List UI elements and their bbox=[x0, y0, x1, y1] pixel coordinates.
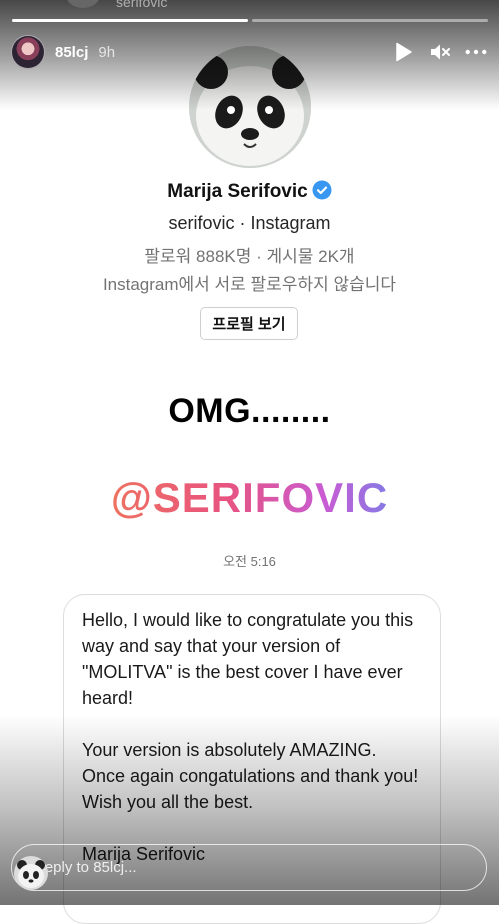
mention-sticker[interactable]: @SERIFOVIC bbox=[0, 474, 499, 522]
follow-status: Instagram에서 서로 팔로우하지 않습니다 bbox=[102, 275, 397, 294]
message-timestamp: 오전 5:16 bbox=[223, 554, 276, 569]
profile-handle: serifovic · Instagram bbox=[168, 213, 331, 233]
story-time: 9h bbox=[98, 43, 116, 61]
reply-placeholder: Reply to 85lcj... bbox=[34, 859, 137, 876]
verified-badge-icon bbox=[312, 180, 332, 206]
reply-input[interactable]: Reply to 85lcj... bbox=[11, 844, 487, 891]
mute-icon[interactable] bbox=[429, 41, 451, 63]
header-controls bbox=[393, 41, 487, 63]
message-paragraph-2: Your version is absolutely AMAZING. Once… bbox=[82, 740, 419, 812]
more-icon[interactable] bbox=[465, 41, 487, 63]
profile-name-row: Marija Serifovic bbox=[0, 180, 499, 206]
username[interactable]: 85lcj bbox=[55, 44, 88, 61]
omg-text: OMG........ bbox=[168, 392, 331, 430]
story-header: 85lcj 9h bbox=[11, 34, 487, 70]
message-paragraph-1: Hello, I would like to congratulate you … bbox=[82, 610, 414, 708]
progress-segment bbox=[252, 19, 488, 22]
followers-count: 팔로워 888K명 · 게시물 2K개 bbox=[144, 247, 355, 266]
progress-segment bbox=[12, 19, 248, 22]
profile-name: Marija Serifovic bbox=[167, 181, 308, 202]
previous-story-label: serifovic bbox=[116, 0, 168, 10]
reply-avatar bbox=[14, 856, 48, 890]
story-progress-bar bbox=[12, 19, 488, 22]
view-profile-button[interactable]: 프로필 보기 bbox=[200, 307, 298, 340]
user-avatar[interactable] bbox=[11, 35, 45, 69]
progress-fill bbox=[12, 19, 248, 22]
play-icon[interactable] bbox=[393, 41, 415, 63]
story-content: Marija Serifovic serifovic · Instagram 팔… bbox=[0, 0, 499, 924]
